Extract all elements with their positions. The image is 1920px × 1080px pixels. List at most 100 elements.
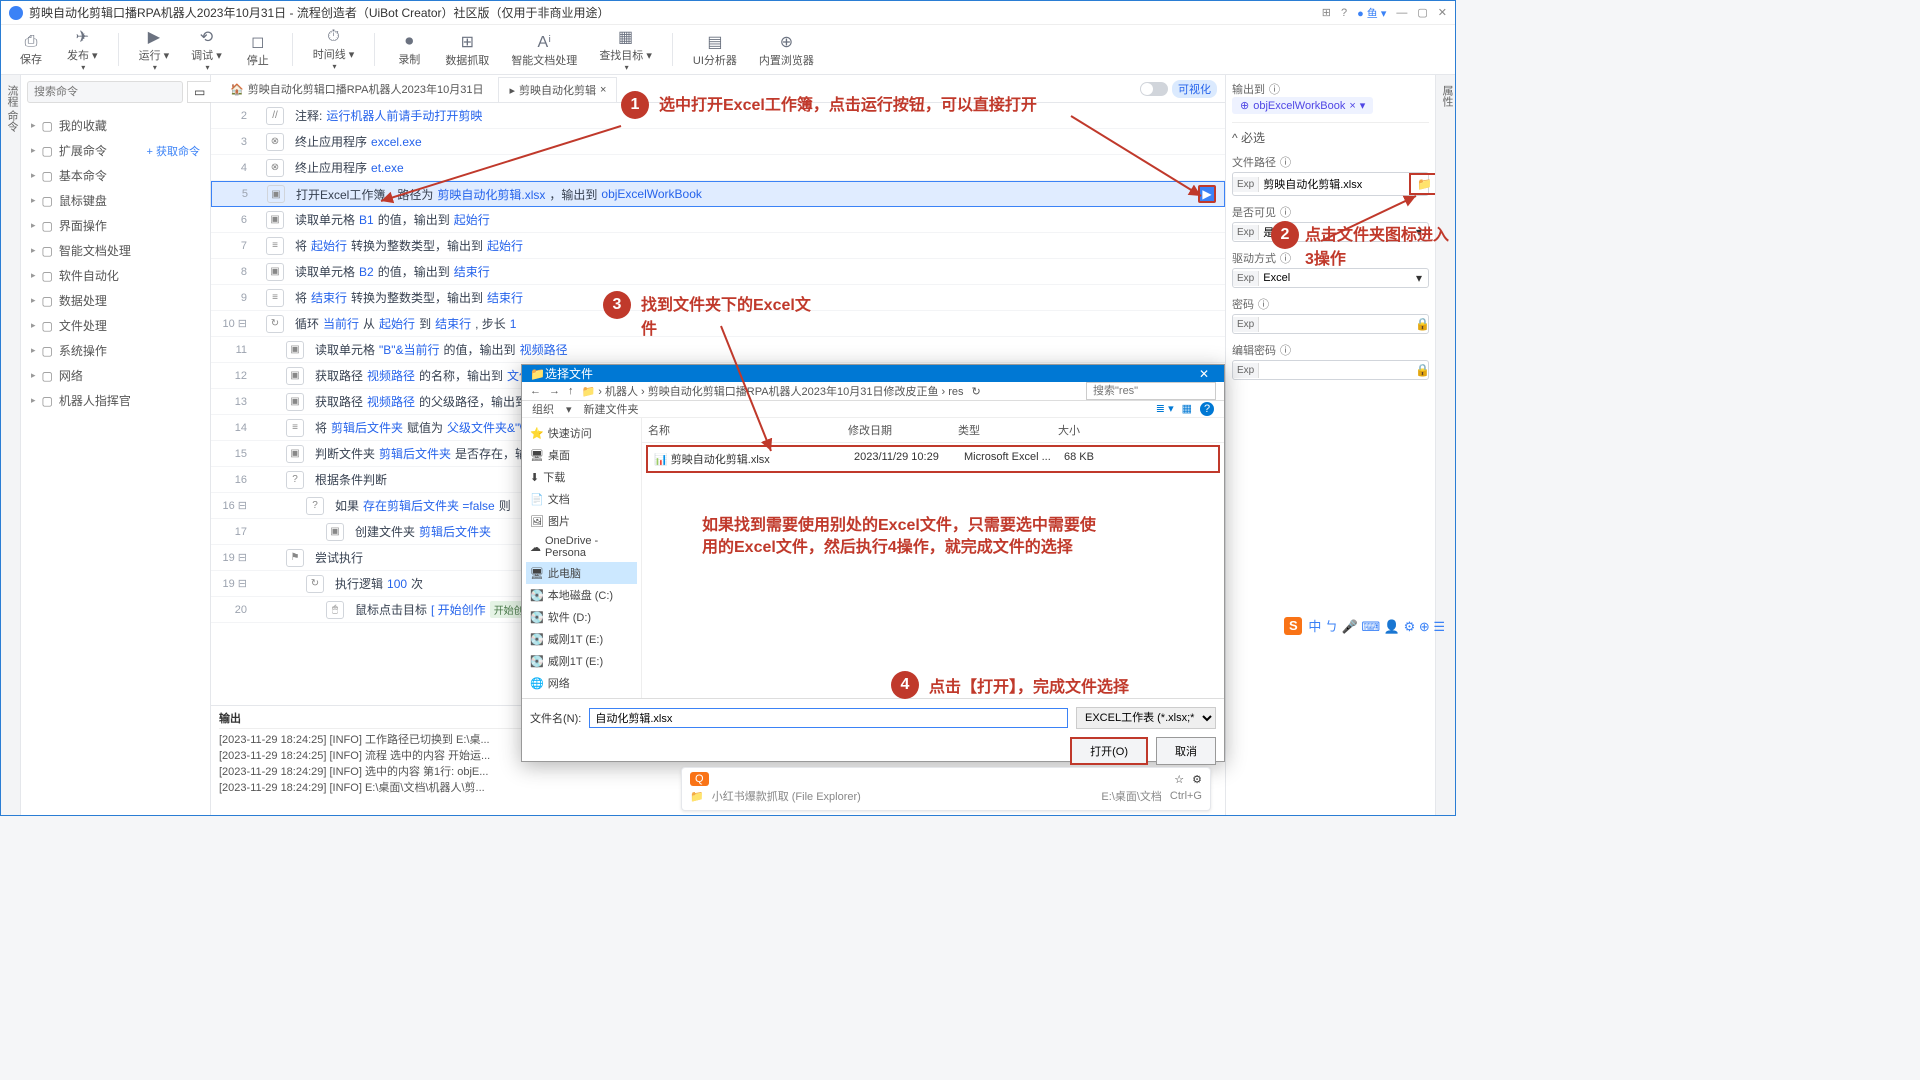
search-input[interactable] <box>27 81 183 103</box>
view-icon[interactable]: ≣ ▾ <box>1156 402 1174 416</box>
minimize-icon[interactable]: — <box>1396 7 1407 19</box>
toolbar-数据抓取[interactable]: ⊞数据抓取 <box>439 29 495 70</box>
output-variable-chip[interactable]: ⊕ objExcelWorkBook × ▾ <box>1232 97 1373 114</box>
gear-icon[interactable]: ⚙ <box>1192 773 1202 786</box>
preview-icon[interactable]: ▦ <box>1182 402 1192 416</box>
sidebar-item[interactable]: ▢机器人指挥官 <box>21 388 210 413</box>
visible-input[interactable] <box>1259 224 1410 240</box>
dialog-close-icon[interactable]: ✕ <box>1192 367 1216 381</box>
left-rail[interactable]: 流程 命令 <box>1 75 21 815</box>
sidebar-item[interactable]: ▢文件处理 <box>21 313 210 338</box>
dialog-side-item[interactable]: 💽 本地磁盘 (C:) <box>526 584 637 606</box>
sidebar-item[interactable]: ▢智能文档处理 <box>21 238 210 263</box>
tab-flow[interactable]: ▸ 剪映自动化剪辑 × <box>498 77 617 102</box>
code-line[interactable]: 9≡将 结束行 转换为整数类型，输出到 结束行▶ <box>211 285 1225 311</box>
toolbar-调试[interactable]: ⟲调试 ▾ <box>185 29 228 70</box>
nav-back-icon[interactable]: ← <box>530 385 541 397</box>
code-line[interactable]: 4⊗终止应用程序 et.exe▶ <box>211 155 1225 181</box>
file-row[interactable]: 📊 剪映自动化剪辑.xlsx 2023/11/29 10:29 Microsof… <box>646 445 1220 473</box>
dialog-side-item[interactable]: 💽 威刚1T (E:) <box>526 628 637 650</box>
favorite-button[interactable]: ▭ <box>187 81 212 103</box>
code-line[interactable]: 6▣读取单元格 B1 的值，输出到 起始行▶ <box>211 207 1225 233</box>
right-rail[interactable]: 属性 <box>1435 75 1455 815</box>
dialog-side-item[interactable]: 🖼 图片 <box>526 510 637 532</box>
toolbar-UI分析器[interactable]: ▤UI分析器 <box>687 29 743 70</box>
tab-project[interactable]: 🏠 剪映自动化剪辑口播RPA机器人2023年10月31日 <box>219 76 494 101</box>
file-path-field[interactable]: Exp 📁 <box>1232 172 1429 196</box>
star-icon[interactable]: ☆ <box>1174 773 1184 786</box>
sidebar-item[interactable]: ▢界面操作 <box>21 213 210 238</box>
window-title: 剪映自动化剪辑口播RPA机器人2023年10月31日 - 流程创造者（UiBot… <box>29 4 610 21</box>
nav-fwd-icon[interactable]: → <box>549 385 560 397</box>
code-line[interactable]: 10 ⊟↻循环 当前行 从 起始行 到 结束行 , 步长 1▶ <box>211 311 1225 337</box>
sidebar-item[interactable]: ▢基本命令 <box>21 163 210 188</box>
filename-label: 文件名(N): <box>530 710 581 726</box>
sidebar-item[interactable]: ▢我的收藏 <box>21 113 210 138</box>
filter-select[interactable]: EXCEL工作表 (*.xlsx;*.xls;*.xlsn <box>1076 707 1216 729</box>
main-toolbar: ⎙保存✈发布 ▾ ▶运行 ▾⟲调试 ▾◻停止 ⏱时间线 ▾ ⏺录制⊞数据抓取Aⁱ智能文… <box>1 25 1455 75</box>
dialog-side-item[interactable]: 💽 软件 (D:) <box>526 606 637 628</box>
dialog-side-item[interactable]: ☁ OneDrive - Persona <box>526 532 637 562</box>
dialog-side-item[interactable]: 🖥 此电脑 <box>526 562 637 584</box>
driver-input[interactable] <box>1259 270 1410 286</box>
sidebar-item[interactable]: ▢软件自动化 <box>21 263 210 288</box>
file-open-dialog: 📁 选择文件✕ ← → ↑ 📁 › 机器人 › 剪映自动化剪辑口播RPA机器人2… <box>521 364 1225 762</box>
code-line[interactable]: 2//注释: 运行机器人前请手动打开剪映▶ <box>211 103 1225 129</box>
code-line[interactable]: 8▣读取单元格 B2 的值，输出到 结束行▶ <box>211 259 1225 285</box>
maximize-icon[interactable]: ▢ <box>1417 6 1427 19</box>
dialog-side-item[interactable]: 🌐 网络 <box>526 672 637 694</box>
code-line[interactable]: 7≡将 起始行 转换为整数类型，输出到 起始行▶ <box>211 233 1225 259</box>
toolbar-录制[interactable]: ⏺录制 <box>389 29 429 70</box>
code-line[interactable]: 5▣打开Excel工作簿，路径为 剪映自动化剪辑.xlsx ，输出到 objEx… <box>211 181 1225 207</box>
sidebar-item[interactable]: ▢扩展命令+ 获取命令 <box>21 138 210 163</box>
col-type[interactable]: 类型 <box>952 418 1052 442</box>
toolbar-时间线[interactable]: ⏱时间线 ▾ <box>307 29 361 70</box>
col-name[interactable]: 名称 <box>642 418 842 442</box>
dialog-search-input[interactable] <box>1086 382 1216 400</box>
open-button[interactable]: 打开(O) <box>1070 737 1148 765</box>
dialog-help-icon[interactable]: ? <box>1200 402 1214 416</box>
dialog-title: 选择文件 <box>545 365 593 382</box>
organize-button[interactable]: 组织 <box>532 401 554 417</box>
sidebar-item[interactable]: ▢系统操作 <box>21 338 210 363</box>
code-line[interactable]: 3⊗终止应用程序 excel.exe▶ <box>211 129 1225 155</box>
annotation-4a: 如果找到需要使用别处的Excel文件，只需要选中需要使用的Excel文件，然后执… <box>702 515 1102 560</box>
dialog-side-item[interactable]: 🖥 桌面 <box>526 444 637 466</box>
code-line[interactable]: 11▣读取单元格 "B"&当前行 的值，输出到 视频路径▶ <box>211 337 1225 363</box>
quick-search-bar[interactable]: Q☆⚙ 📁小红书爆款抓取 (File Explorer)E:\桌面\文档Ctrl… <box>681 767 1211 811</box>
nav-up-icon[interactable]: ↑ <box>568 385 574 397</box>
dialog-side-item[interactable]: 💽 威刚1T (E:) <box>526 650 637 672</box>
visual-label: 可视化 <box>1172 80 1217 98</box>
sidebar-item[interactable]: ▢数据处理 <box>21 288 210 313</box>
help-icon[interactable]: ? <box>1341 7 1347 19</box>
toolbar-内置浏览器[interactable]: ⊕内置浏览器 <box>753 29 820 70</box>
edit-password-input[interactable] <box>1259 362 1409 378</box>
filename-input[interactable] <box>589 708 1068 728</box>
file-path-input[interactable] <box>1259 176 1409 192</box>
refresh-icon[interactable]: ↻ <box>972 385 981 398</box>
cancel-button[interactable]: 取消 <box>1156 737 1216 765</box>
sidebar-item[interactable]: ▢网络 <box>21 363 210 388</box>
close-icon[interactable]: ✕ <box>1438 6 1447 19</box>
visual-toggle[interactable] <box>1140 82 1168 96</box>
dialog-side-item[interactable]: ⭐ 快速访问 <box>526 422 637 444</box>
toolbar-保存[interactable]: ⎙保存 <box>11 29 51 70</box>
breadcrumb[interactable]: 📁 › 机器人 › 剪映自动化剪辑口播RPA机器人2023年10月31日修改皮正… <box>582 383 964 399</box>
grid-icon[interactable]: ⊞ <box>1322 6 1331 19</box>
toolbar-运行[interactable]: ▶运行 ▾ <box>133 29 176 70</box>
command-sidebar: ▭ ▢我的收藏▢扩展命令+ 获取命令▢基本命令▢鼠标键盘▢界面操作▢智能文档处理… <box>21 75 211 815</box>
toolbar-智能文档处理[interactable]: Aⁱ智能文档处理 <box>505 29 583 70</box>
toolbar-停止[interactable]: ◻停止 <box>238 29 278 70</box>
dialog-side-item[interactable]: 📄 文档 <box>526 488 637 510</box>
password-input[interactable] <box>1259 316 1409 332</box>
run-line-icon[interactable]: ▶ <box>1198 185 1216 203</box>
new-folder-button[interactable]: 新建文件夹 <box>584 401 639 417</box>
toolbar-发布[interactable]: ✈发布 ▾ <box>61 29 104 70</box>
toolbar-查找目标[interactable]: ▦查找目标 ▾ <box>593 29 658 70</box>
quick-item-title[interactable]: 小红书爆款抓取 (File Explorer) <box>712 788 861 804</box>
user-label[interactable]: ● 鱼 ▾ <box>1357 5 1386 21</box>
col-size[interactable]: 大小 <box>1052 418 1112 442</box>
col-date[interactable]: 修改日期 <box>842 418 952 442</box>
dialog-side-item[interactable]: ⬇ 下载 <box>526 466 637 488</box>
sidebar-item[interactable]: ▢鼠标键盘 <box>21 188 210 213</box>
